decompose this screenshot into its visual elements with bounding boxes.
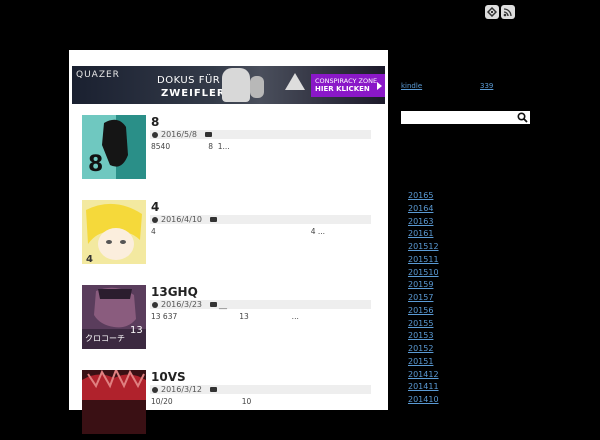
ad-cta-line2: HIER KLICKEN	[315, 85, 370, 93]
clock-icon	[152, 301, 158, 308]
post-category[interactable]: __	[219, 300, 227, 309]
search-icon[interactable]	[517, 112, 528, 123]
folder-icon	[204, 132, 212, 137]
archive-link[interactable]: 20163	[408, 216, 439, 229]
post-meta: 2016/4/10	[150, 215, 371, 224]
folder-icon	[210, 217, 218, 222]
post-title[interactable]: 8	[151, 115, 159, 129]
svg-text:クロコーチ: クロコーチ	[85, 334, 125, 343]
ad-brand: QUAZER	[76, 70, 120, 80]
archive-link[interactable]: 20164	[408, 203, 439, 216]
post-date: 2016/5/8	[161, 130, 197, 139]
clock-icon	[152, 386, 158, 393]
archive-link[interactable]: 20151	[408, 356, 439, 369]
astronaut-image-2	[250, 76, 264, 98]
archive-link[interactable]: 20153	[408, 330, 439, 343]
folder-icon	[210, 302, 218, 307]
post-thumbnail[interactable]: 4	[82, 200, 146, 264]
post-meta: 2016/3/12	[150, 385, 371, 394]
rss-icon[interactable]	[501, 5, 515, 19]
post-title[interactable]: 10VS	[151, 370, 186, 384]
post-excerpt: 13 637 13 ...	[151, 312, 299, 321]
ad-cta-button[interactable]: CONSPIRACY ZONE HIER KLICKEN	[311, 74, 385, 97]
post-thumbnail[interactable]	[82, 370, 146, 434]
astronaut-image	[222, 68, 250, 102]
archive-link[interactable]: 20161	[408, 228, 439, 241]
post-title[interactable]: 13GHQ	[151, 285, 198, 299]
folder-icon	[210, 387, 218, 392]
header-icons	[485, 5, 515, 19]
post-excerpt: 8540 8 1...	[151, 142, 230, 151]
archive-link[interactable]: 201410	[408, 394, 439, 407]
archive-link[interactable]: 20159	[408, 279, 439, 292]
archive-link[interactable]: 20156	[408, 305, 439, 318]
post-item: クロコーチ 13 13GHQ 2016/3/23 __ 13 637 13 ..…	[82, 285, 374, 355]
post-excerpt: 4 4 ...	[151, 227, 326, 236]
post-date: 2016/3/12	[161, 385, 203, 394]
pyramid-eye-icon	[285, 73, 305, 90]
post-item: 4 4 2016/4/10 4 4 ...	[82, 200, 374, 270]
archive-link[interactable]: 201411	[408, 381, 439, 394]
post-date: 2016/3/23	[161, 300, 203, 309]
post-thumbnail[interactable]: クロコーチ 13	[82, 285, 146, 349]
post-thumbnail[interactable]: 8	[82, 115, 146, 179]
ad-headline-1: DOKUS FÜR	[157, 75, 221, 86]
archive-link[interactable]: 20152	[408, 343, 439, 356]
archive-list: 20165 20164 20163 20161 201512 201511 20…	[408, 190, 439, 407]
ad-banner[interactable]: QUAZER DOKUS FÜR ZWEIFLER CONSPIRACY ZON…	[72, 66, 385, 104]
post-title[interactable]: 4	[151, 200, 159, 214]
archive-link[interactable]: 201412	[408, 369, 439, 382]
post-item: 10VS 2016/3/12 10/20 10	[82, 370, 374, 440]
post-meta: 2016/3/23 __	[150, 300, 371, 309]
post-meta: 2016/5/8	[150, 130, 371, 139]
ad-cta-line1: CONSPIRACY ZONE	[315, 77, 378, 85]
archive-link[interactable]: 20165	[408, 190, 439, 203]
clock-icon	[152, 131, 158, 138]
feedly-icon[interactable]	[485, 5, 499, 19]
archive-link[interactable]: 201512	[408, 241, 439, 254]
clock-icon	[152, 216, 158, 223]
sidebar-link-kindle[interactable]: kindle	[401, 82, 422, 90]
search-box[interactable]	[401, 111, 530, 124]
post-date: 2016/4/10	[161, 215, 203, 224]
archive-link[interactable]: 201510	[408, 267, 439, 280]
ad-headline-2: ZWEIFLER	[161, 88, 226, 99]
sidebar-link-count[interactable]: 339	[480, 82, 493, 90]
svg-text:13: 13	[130, 325, 143, 336]
archive-link[interactable]: 201511	[408, 254, 439, 267]
post-excerpt: 10/20 10	[151, 397, 252, 406]
archive-link[interactable]: 20157	[408, 292, 439, 305]
archive-link[interactable]: 20155	[408, 318, 439, 331]
post-item: 8 8 2016/5/8 8540 8 1...	[82, 115, 374, 185]
svg-text:4: 4	[86, 254, 93, 264]
svg-text:8: 8	[88, 152, 103, 177]
main-content: QUAZER DOKUS FÜR ZWEIFLER CONSPIRACY ZON…	[69, 50, 388, 434]
arrow-right-icon	[377, 82, 382, 90]
